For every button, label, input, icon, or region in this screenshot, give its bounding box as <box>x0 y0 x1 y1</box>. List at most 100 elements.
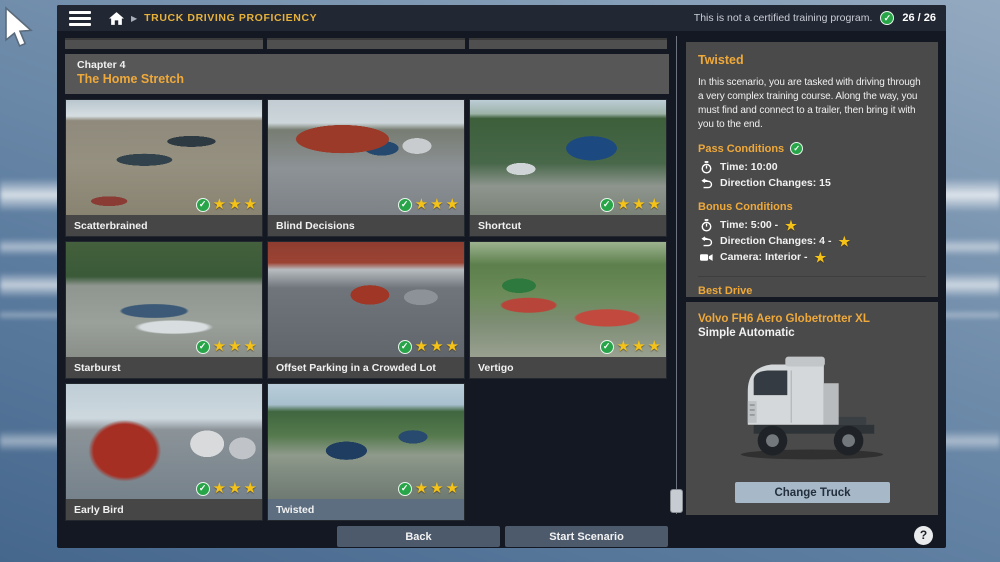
scenario-tile[interactable]: ✓ ★★★ Shortcut <box>469 99 667 237</box>
direction-changes-icon <box>700 178 713 189</box>
training-window: ▶ TRUCK DRIVING PROFICIENCY This is not … <box>57 5 946 548</box>
disclaimer-text: This is not a certified training program… <box>694 12 873 24</box>
progress-check-icon: ✓ <box>880 11 894 25</box>
scenario-details-panel: Twisted In this scenario, you are tasked… <box>686 42 938 297</box>
star-icon: ★ <box>415 197 428 212</box>
star-icon: ★ <box>446 481 459 496</box>
scenario-tile[interactable]: ✓ ★★★ Twisted <box>267 383 465 521</box>
chapter-header: Chapter 4 The Home Stretch <box>65 54 669 94</box>
star-icon: ★ <box>648 339 661 354</box>
star-rating: ★★★ <box>213 197 257 212</box>
star-icon: ★ <box>244 339 257 354</box>
scenario-label-bar: Early Bird <box>66 499 262 520</box>
scenario-tile[interactable]: ✓ ★★★ Early Bird <box>65 383 263 521</box>
star-icon: ★ <box>632 197 645 212</box>
scenario-name: Blind Decisions <box>276 220 355 232</box>
scenario-name: Early Bird <box>74 504 124 516</box>
scenario-grid: ✓ ★★★ Scatterbrained ✓ ★★★ Blind Decisio… <box>65 99 669 521</box>
breadcrumb-chevron-icon: ▶ <box>131 14 137 23</box>
scenario-name: Scatterbrained <box>74 220 148 232</box>
bonus-conditions-section: Bonus Conditions Time: 5:00 - ★ Directio… <box>698 201 926 265</box>
bonus-condition-camera: Camera: Interior - ★ <box>698 249 926 265</box>
scenario-name: Shortcut <box>478 220 521 232</box>
star-rating: ★★★ <box>415 481 459 496</box>
star-icon: ★ <box>446 197 459 212</box>
completed-check-icon: ✓ <box>196 340 210 354</box>
star-icon: ★ <box>648 197 661 212</box>
partial-tile[interactable] <box>65 38 263 49</box>
star-icon: ★ <box>213 197 226 212</box>
completed-check-icon: ✓ <box>600 340 614 354</box>
scenario-badges: ✓ ★★★ <box>196 339 257 354</box>
scenario-tile[interactable]: ✓ ★★★ Vertigo <box>469 241 667 379</box>
star-rating: ★★★ <box>213 339 257 354</box>
pass-condition-time: Time: 10:00 <box>698 159 926 175</box>
scenario-badges: ✓ ★★★ <box>600 197 661 212</box>
stopwatch-icon <box>700 219 713 232</box>
grid-scrollbar-track[interactable] <box>676 36 677 514</box>
truck-panel: Volvo FH6 Aero Globetrotter XL Simple Au… <box>686 302 938 515</box>
section-divider <box>698 276 926 277</box>
chapter-label: Chapter 4 <box>77 59 657 71</box>
scenario-badges: ✓ ★★★ <box>600 339 661 354</box>
scenario-tile[interactable]: ✓ ★★★ Offset Parking in a Crowded Lot <box>267 241 465 379</box>
truck-name: Volvo FH6 Aero Globetrotter XL <box>698 313 926 325</box>
completed-check-icon: ✓ <box>196 482 210 496</box>
star-icon: ★ <box>228 197 241 212</box>
scenario-tile[interactable]: ✓ ★★★ Starburst <box>65 241 263 379</box>
pass-condition-direction: Direction Changes: 15 <box>698 175 926 191</box>
best-drive-heading: Best Drive <box>698 285 752 297</box>
star-icon: ★ <box>228 339 241 354</box>
star-icon: ★ <box>228 481 241 496</box>
star-icon: ★ <box>430 481 443 496</box>
scenario-label-bar: Offset Parking in a Crowded Lot <box>268 357 464 378</box>
star-icon: ★ <box>430 197 443 212</box>
scenario-badges: ✓ ★★★ <box>196 481 257 496</box>
scenario-label-bar: Starburst <box>66 357 262 378</box>
bonus-condition-time: Time: 5:00 - ★ <box>698 217 926 233</box>
completed-check-icon: ✓ <box>600 198 614 212</box>
help-button[interactable]: ? <box>914 526 933 545</box>
star-icon: ★ <box>415 481 428 496</box>
star-icon: ★ <box>244 481 257 496</box>
scenario-tile[interactable]: ✓ ★★★ Scatterbrained <box>65 99 263 237</box>
pass-conditions-heading: Pass Conditions <box>698 143 784 155</box>
menu-icon[interactable] <box>69 11 91 26</box>
pass-check-icon: ✓ <box>790 142 803 155</box>
star-icon: ★ <box>430 339 443 354</box>
scenario-name: Vertigo <box>478 362 514 374</box>
progress-count: 26 / 26 <box>902 12 936 24</box>
direction-changes-icon <box>700 236 713 247</box>
scenario-tile[interactable]: ✓ ★★★ Blind Decisions <box>267 99 465 237</box>
scenario-badges: ✓ ★★★ <box>398 339 459 354</box>
completed-check-icon: ✓ <box>398 482 412 496</box>
star-icon: ★ <box>244 197 257 212</box>
star-icon: ★ <box>415 339 428 354</box>
pass-conditions-section: Pass Conditions ✓ Time: 10:00 Direction … <box>698 142 926 191</box>
scenario-badges: ✓ ★★★ <box>196 197 257 212</box>
back-button[interactable]: Back <box>337 526 500 547</box>
star-rating: ★★★ <box>213 481 257 496</box>
page-title: TRUCK DRIVING PROFICIENCY <box>144 12 317 24</box>
scenario-label-bar: Shortcut <box>470 215 666 236</box>
home-icon[interactable] <box>109 12 124 25</box>
scenario-grid-area: Chapter 4 The Home Stretch ✓ ★★★ Scatter… <box>65 38 669 521</box>
star-rating: ★★★ <box>415 197 459 212</box>
partial-tile[interactable] <box>267 38 465 49</box>
bonus-star-icon: ★ <box>785 219 797 232</box>
truck-transmission: Simple Automatic <box>698 327 926 339</box>
star-icon: ★ <box>617 339 630 354</box>
partial-tile[interactable] <box>469 38 667 49</box>
previous-row-partial-tiles <box>65 38 669 49</box>
scenario-label-bar: Vertigo <box>470 357 666 378</box>
grid-scrollbar-thumb[interactable] <box>670 489 683 513</box>
stopwatch-icon <box>700 161 713 174</box>
change-truck-button[interactable]: Change Truck <box>735 482 890 503</box>
scenario-detail-title: Twisted <box>698 53 926 67</box>
scenario-name: Twisted <box>276 504 314 516</box>
bonus-star-icon: ★ <box>838 235 850 248</box>
start-scenario-button[interactable]: Start Scenario <box>505 526 668 547</box>
camera-icon <box>700 253 713 262</box>
scenario-label-bar: Twisted <box>268 499 464 520</box>
scenario-description: In this scenario, you are tasked with dr… <box>698 76 926 132</box>
